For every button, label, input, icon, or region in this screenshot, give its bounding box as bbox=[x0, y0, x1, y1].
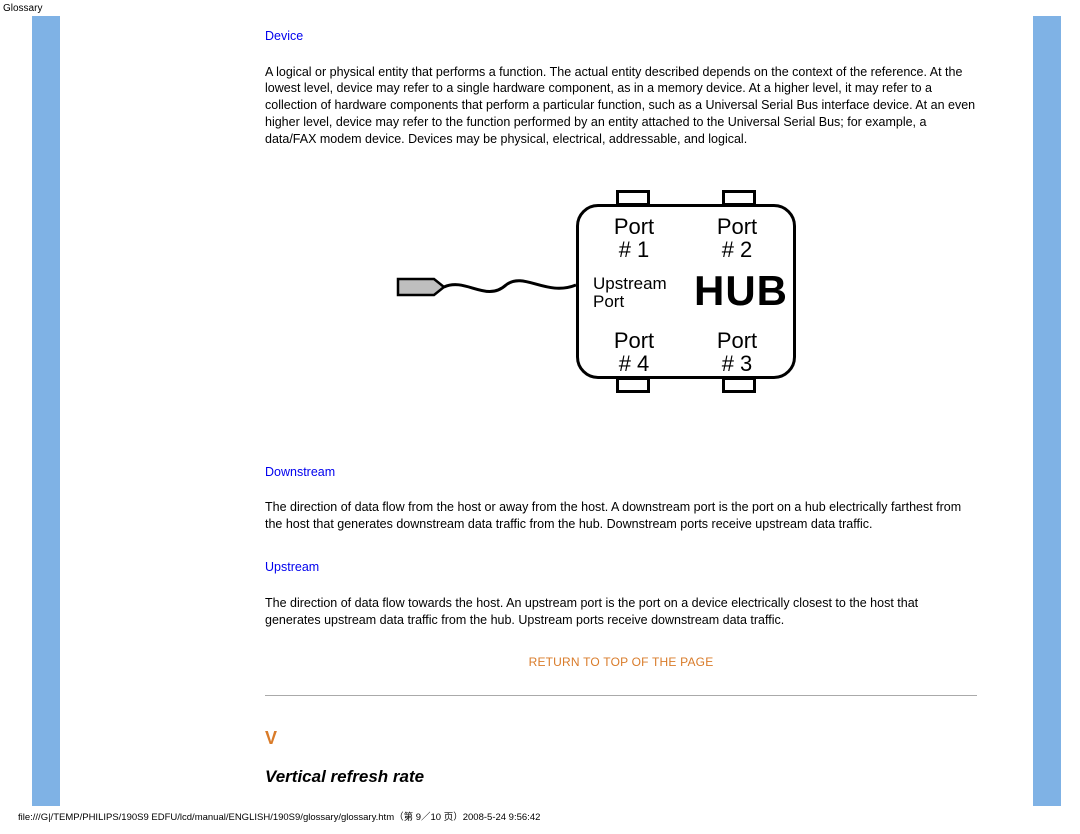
diagram-port2-label: Port # 2 bbox=[697, 215, 777, 261]
glossary-content: Device A logical or physical entity that… bbox=[265, 24, 977, 789]
port-tab-bottom-4 bbox=[616, 377, 650, 393]
section-title-vertical-refresh: Vertical refresh rate bbox=[265, 765, 977, 789]
footer-file-path: file:///G|/TEMP/PHILIPS/190S9 EDFU/lcd/m… bbox=[18, 811, 540, 824]
upstream-cable-plug bbox=[396, 276, 448, 298]
return-to-top-link[interactable]: RETURN TO TOP OF THE PAGE bbox=[265, 654, 977, 671]
section-divider bbox=[265, 695, 977, 696]
diagram-port1-label: Port # 1 bbox=[599, 215, 669, 261]
sidebar-accent-right bbox=[1033, 16, 1061, 806]
term-downstream-label: Downstream bbox=[265, 464, 977, 482]
page-header-label: Glossary bbox=[0, 0, 1080, 20]
hub-box: Port # 1 Port # 2 Upstream Port HUB Port… bbox=[576, 204, 796, 379]
term-upstream-definition: The direction of data flow towards the h… bbox=[265, 595, 977, 629]
section-letter-v: V bbox=[265, 726, 977, 751]
term-downstream-definition: The direction of data flow from the host… bbox=[265, 499, 977, 533]
term-device-label: Device bbox=[265, 28, 977, 46]
diagram-port4-label: Port # 4 bbox=[599, 329, 669, 375]
term-upstream-label: Upstream bbox=[265, 559, 977, 577]
diagram-upstream-label: Upstream Port bbox=[593, 275, 693, 311]
hub-diagram: Port # 1 Port # 2 Upstream Port HUB Port… bbox=[396, 174, 846, 409]
sidebar-accent-left bbox=[32, 16, 60, 806]
diagram-hub-label: HUB bbox=[691, 269, 791, 313]
port-tab-bottom-3 bbox=[722, 377, 756, 393]
diagram-port3-label: Port # 3 bbox=[697, 329, 777, 375]
term-device-definition: A logical or physical entity that perfor… bbox=[265, 64, 977, 148]
